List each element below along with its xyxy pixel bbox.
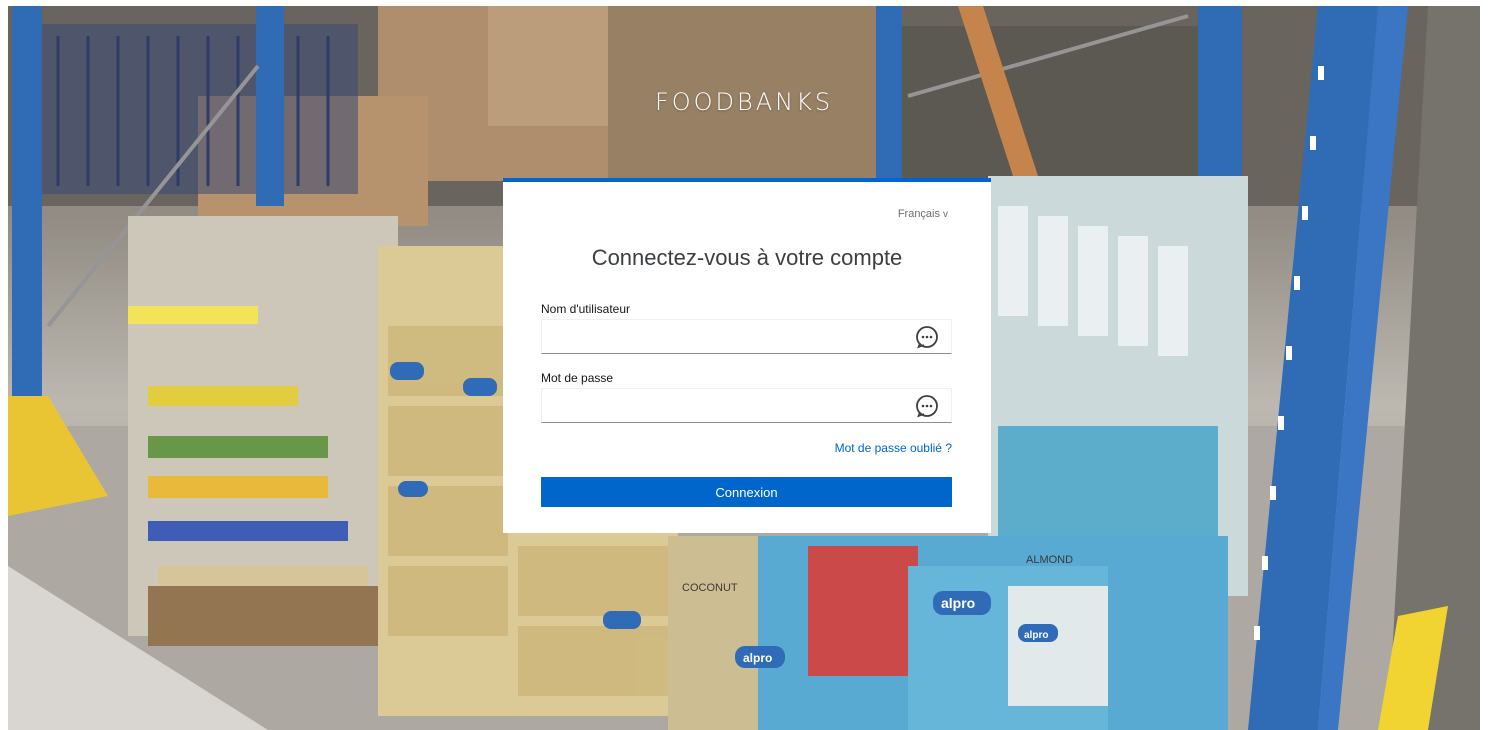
login-page: alpro alpro alpro ALMOND COCONUT FOODBAN… bbox=[0, 0, 1488, 730]
username-input[interactable] bbox=[542, 320, 918, 353]
chat-bubble-icon[interactable] bbox=[915, 394, 939, 418]
password-input[interactable] bbox=[542, 389, 918, 422]
username-field[interactable] bbox=[541, 319, 952, 354]
language-label: Français bbox=[897, 208, 940, 220]
chat-bubble-icon[interactable] bbox=[915, 325, 939, 349]
login-title: Connectez-vous à votre compte bbox=[591, 245, 903, 270]
password-label: Mot de passe bbox=[541, 371, 614, 385]
chevron-down-icon: v bbox=[943, 209, 948, 220]
login-card: Français v Connectez-vous à votre compte … bbox=[503, 178, 991, 533]
brand-title: FOODBANKS bbox=[654, 88, 834, 116]
username-label: Nom d'utilisateur bbox=[541, 302, 630, 316]
login-button[interactable]: Connexion bbox=[541, 477, 952, 507]
forgot-password-link[interactable]: Mot de passe oublié ? bbox=[835, 441, 952, 455]
password-field[interactable] bbox=[541, 388, 952, 423]
language-selector[interactable]: Français v bbox=[898, 208, 948, 220]
